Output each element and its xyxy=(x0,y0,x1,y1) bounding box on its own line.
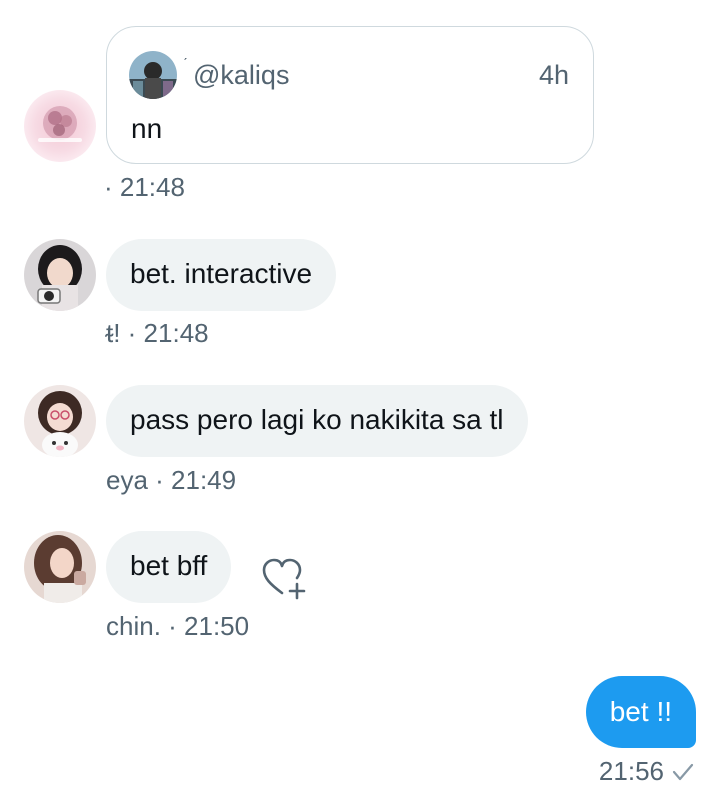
quoted-tweet-handle[interactable]: @kaliqs xyxy=(193,60,289,91)
girl-portrait-avatar-icon xyxy=(24,531,96,603)
quoted-tweet-time: 4h xyxy=(538,60,569,90)
quoted-tweet-text: nn xyxy=(131,113,163,144)
quoted-tweet-avatar xyxy=(129,51,177,99)
sent-message-meta: 21:56 xyxy=(599,756,694,787)
girl-with-plush-avatar-icon xyxy=(24,385,96,457)
avatar[interactable] xyxy=(24,385,96,457)
avatar[interactable] xyxy=(24,239,96,311)
message-bubble[interactable]: pass pero lagi ko nakikita sa tl xyxy=(106,385,528,457)
pink-flower-avatar-icon xyxy=(24,90,96,162)
message-bubble[interactable]: bet. interactive xyxy=(106,239,337,311)
sent-time: 21:56 xyxy=(598,756,664,786)
verified-mark: ˊ xyxy=(183,55,188,71)
avatar[interactable] xyxy=(24,531,96,603)
avatar[interactable] xyxy=(24,90,96,162)
profile-photo-icon xyxy=(129,51,177,99)
message-meta: chin. · 21:50 xyxy=(106,611,250,641)
add-reaction-heart-icon xyxy=(262,558,306,600)
quoted-tweet-card[interactable]: ˊ @kaliqs 4h nn xyxy=(106,26,594,164)
girl-with-camera-avatar-icon xyxy=(24,239,96,311)
message-meta: ᵵ! · 21:48 xyxy=(106,318,209,348)
message-meta: eya · 21:49 xyxy=(106,465,237,495)
sent-message-bubble[interactable]: bet !! xyxy=(585,676,696,748)
add-reaction-button[interactable] xyxy=(262,557,310,603)
message-meta: · 21:48 xyxy=(104,172,185,202)
message-bubble[interactable]: bet bff xyxy=(106,531,232,603)
checkmark-icon xyxy=(672,763,694,780)
